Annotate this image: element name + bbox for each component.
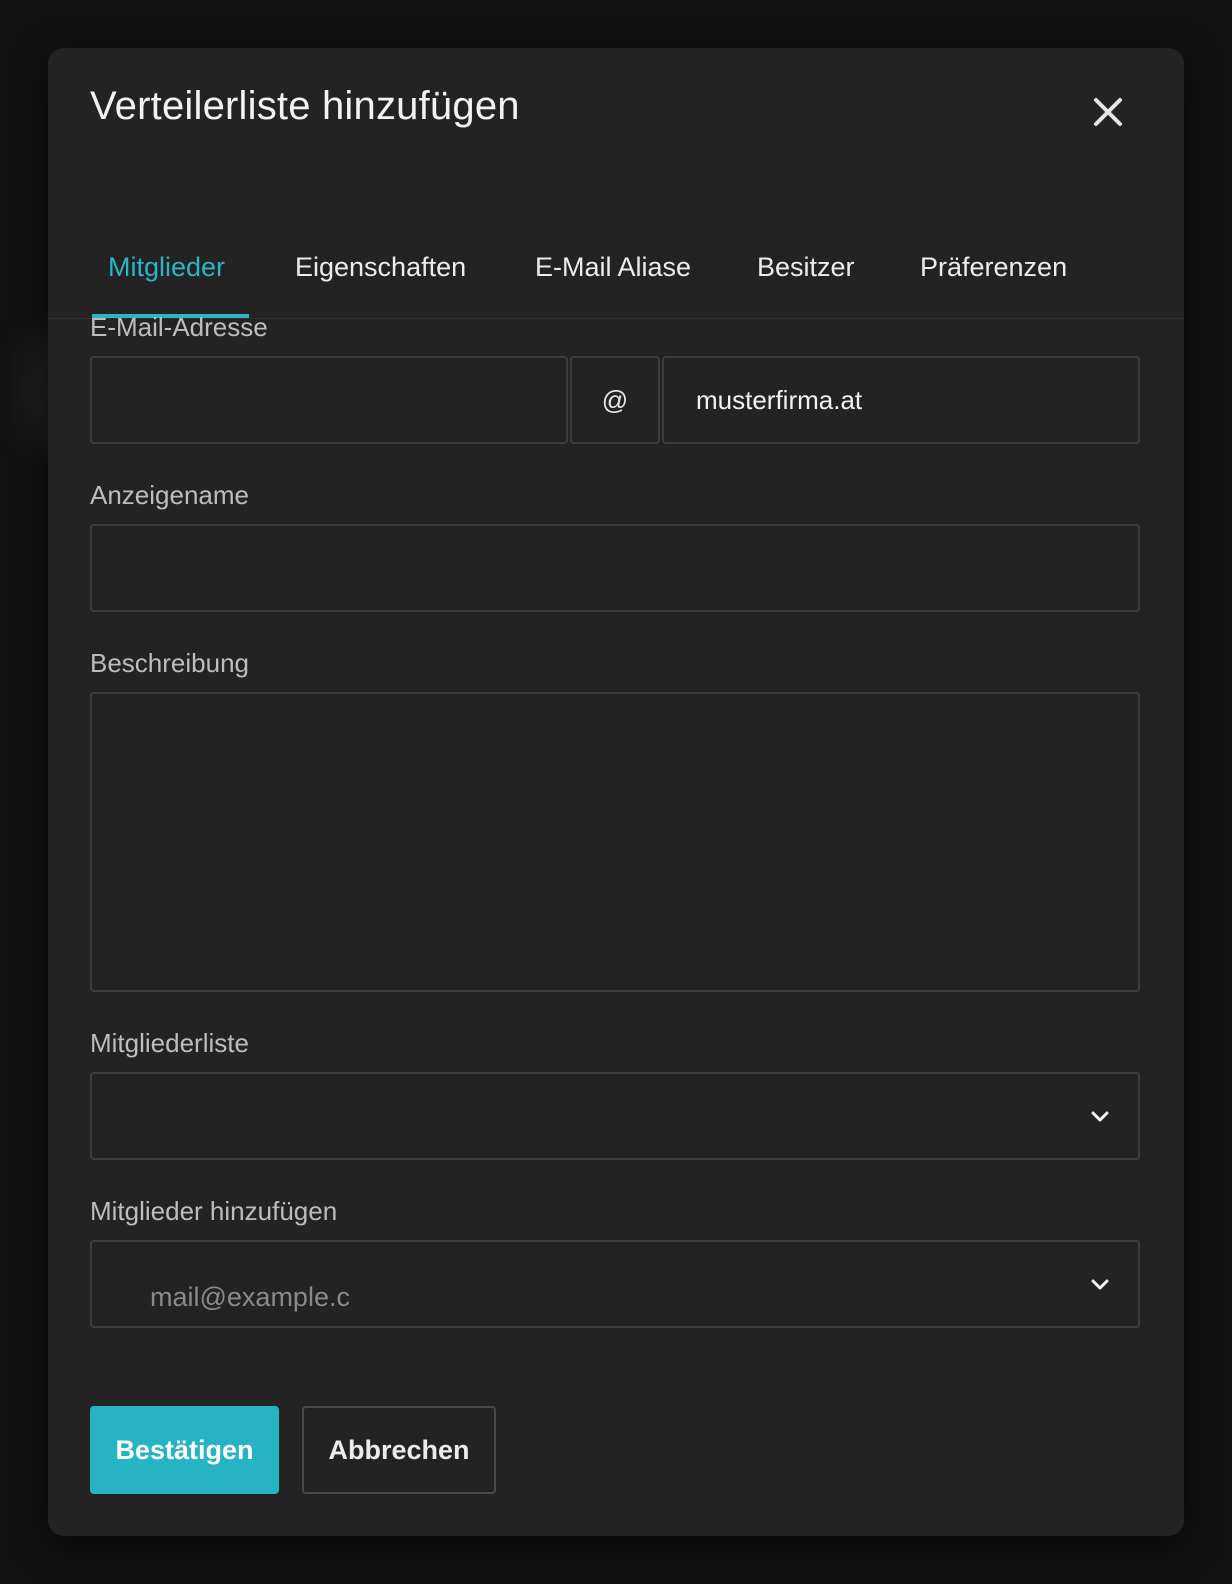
- display-name-label: Anzeigename: [90, 480, 249, 510]
- at-symbol: @: [601, 384, 629, 415]
- display-name-input[interactable]: [92, 526, 1138, 610]
- tab-members[interactable]: Mitglieder: [108, 252, 225, 283]
- tab-owners[interactable]: Besitzer: [757, 252, 855, 283]
- description-field: [90, 692, 1140, 992]
- add-members-label: Mitglieder hinzufügen: [90, 1196, 338, 1226]
- cancel-button[interactable]: Abbrechen: [302, 1406, 496, 1494]
- description-label: Beschreibung: [90, 648, 249, 678]
- close-icon: [1094, 98, 1122, 126]
- email-domain-value: musterfirma.at: [696, 384, 863, 415]
- tab-properties[interactable]: Eigenschaften: [295, 252, 466, 283]
- member-list-label: Mitgliederliste: [90, 1028, 249, 1058]
- display-name-field: [90, 524, 1140, 612]
- email-local-part-input[interactable]: [92, 358, 566, 442]
- confirm-button[interactable]: Bestätigen: [90, 1406, 279, 1494]
- email-local-part-field: [90, 356, 568, 444]
- close-button[interactable]: [1090, 94, 1126, 130]
- add-members-select[interactable]: mail@example.com: [90, 1240, 1140, 1328]
- chevron-down-icon: [1091, 1279, 1109, 1290]
- add-distribution-list-dialog: Verteilerliste hinzufügen Mitglieder Eig…: [48, 48, 1184, 1536]
- tab-preferences[interactable]: Präferenzen: [920, 252, 1067, 283]
- tab-bar: Mitglieder Eigenschaften E-Mail Aliase B…: [48, 218, 1184, 319]
- email-domain-field[interactable]: musterfirma.at: [662, 356, 1140, 444]
- tab-email-aliases[interactable]: E-Mail Aliase: [535, 252, 691, 283]
- member-list-select[interactable]: [90, 1072, 1140, 1160]
- add-members-placeholder: mail@example.com: [150, 1282, 350, 1312]
- dialog-title: Verteilerliste hinzufügen: [90, 84, 520, 128]
- chevron-down-icon: [1091, 1111, 1109, 1122]
- description-textarea[interactable]: [92, 694, 1138, 990]
- email-at-addon: @: [570, 356, 660, 444]
- email-label: E-Mail-Adresse: [90, 312, 268, 342]
